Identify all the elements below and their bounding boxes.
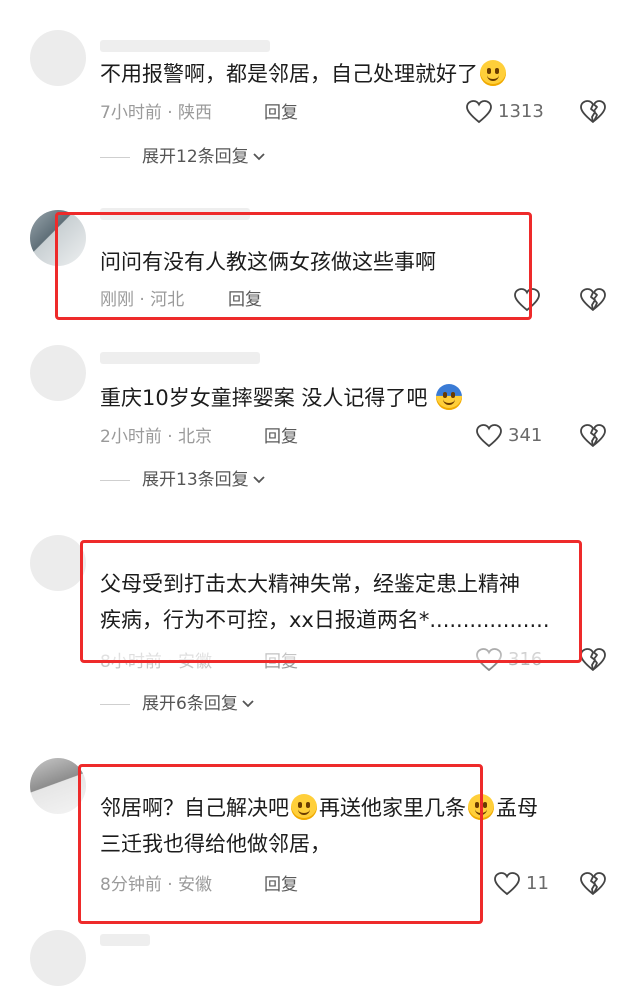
broken-heart-icon[interactable] bbox=[580, 100, 606, 124]
comment-time: 7小时前 bbox=[100, 103, 162, 123]
smile-emoji-icon bbox=[468, 794, 494, 820]
comment-text-line: 三迁我也得给他做邻居， bbox=[100, 832, 331, 856]
like-button[interactable]: 1313 bbox=[466, 100, 544, 124]
comment-time: 8分钟前 bbox=[100, 875, 162, 895]
avatar[interactable] bbox=[30, 758, 86, 814]
comment-time: 刚刚 bbox=[100, 290, 134, 310]
meta-separator: · bbox=[167, 427, 173, 447]
comment-text-content: 不用报警啊，都是邻居，自己处理就好了 bbox=[100, 62, 478, 86]
expand-label: 展开6条回复 bbox=[142, 694, 238, 714]
meta-separator: · bbox=[167, 103, 173, 123]
meta-separator: · bbox=[167, 652, 173, 672]
chevron-down-icon bbox=[253, 476, 265, 484]
comment-text: 问问有没有人教这俩女孩做这些事啊 bbox=[100, 250, 436, 274]
reply-button[interactable]: 回复 bbox=[228, 288, 262, 312]
comment-text-line: 疾病，行为不可控，xx日报道两名*.................. bbox=[100, 608, 550, 632]
heart-outline-icon bbox=[476, 424, 502, 448]
heart-outline-icon[interactable] bbox=[514, 288, 540, 312]
heart-outline-icon bbox=[466, 100, 492, 124]
expand-replies-button[interactable]: 展开13条回复 bbox=[100, 468, 265, 492]
comment-text-line: 邻居啊？自己解决吧 再送他家里几条 孟母 bbox=[100, 790, 610, 826]
smile-emoji-icon bbox=[291, 794, 317, 820]
comment-text-content: 再送他家里几条 bbox=[319, 796, 466, 820]
comment-meta: 8小时前 · 安徽 bbox=[100, 650, 212, 674]
comment-text: 邻居啊？自己解决吧 再送他家里几条 孟母 三迁我也得给他做邻居， bbox=[100, 790, 610, 862]
username-blurred[interactable] bbox=[100, 352, 260, 364]
comment-meta: 8分钟前 · 安徽 bbox=[100, 873, 212, 897]
comment-text: 不用报警啊，都是邻居，自己处理就好了 bbox=[100, 56, 600, 92]
expand-label: 展开13条回复 bbox=[142, 470, 249, 490]
comment-meta: 2小时前 · 北京 bbox=[100, 425, 212, 449]
broken-heart-icon[interactable] bbox=[580, 872, 606, 896]
like-button[interactable]: 316 bbox=[476, 648, 542, 672]
comment-meta: 7小时前 · 陕西 bbox=[100, 101, 212, 125]
like-count: 316 bbox=[508, 649, 543, 670]
comment-text-content: 重庆10岁女童摔婴案 没人记得了吧 bbox=[100, 386, 428, 410]
avatar[interactable] bbox=[30, 30, 86, 86]
like-button[interactable]: 341 bbox=[476, 424, 542, 448]
like-count: 1313 bbox=[498, 101, 544, 122]
comment-text: 父母受到打击太大精神失常，经鉴定患上精神 疾病，行为不可控，xx日报道两名*..… bbox=[100, 566, 590, 638]
reply-button[interactable]: 回复 bbox=[264, 425, 298, 449]
comment-meta: 刚刚 · 河北 bbox=[100, 288, 184, 312]
comment-location: 北京 bbox=[178, 427, 213, 447]
expand-divider bbox=[100, 703, 130, 705]
avatar[interactable] bbox=[30, 930, 86, 986]
avatar[interactable] bbox=[30, 535, 86, 591]
meta-separator: · bbox=[167, 875, 173, 895]
expand-divider bbox=[100, 479, 130, 481]
meta-separator: · bbox=[139, 290, 145, 310]
chevron-down-icon bbox=[253, 153, 265, 161]
comment-location: 河北 bbox=[150, 290, 185, 310]
comment-location: 陕西 bbox=[178, 103, 213, 123]
expand-replies-button[interactable]: 展开6条回复 bbox=[100, 692, 254, 716]
comment-text-line: 父母受到打击太大精神失常，经鉴定患上精神 bbox=[100, 572, 520, 596]
chevron-down-icon bbox=[242, 700, 254, 708]
expand-replies-button[interactable]: 展开12条回复 bbox=[100, 145, 265, 169]
broken-heart-icon[interactable] bbox=[580, 424, 606, 448]
username-blurred[interactable] bbox=[100, 208, 250, 220]
expand-divider bbox=[100, 156, 130, 158]
reply-button[interactable]: 回复 bbox=[264, 101, 298, 125]
comment-text: 重庆10岁女童摔婴案 没人记得了吧 bbox=[100, 380, 600, 416]
reply-button[interactable]: 回复 bbox=[264, 873, 298, 897]
comment-time: 8小时前 bbox=[100, 652, 162, 672]
avatar[interactable] bbox=[30, 345, 86, 401]
avatar[interactable] bbox=[30, 210, 86, 266]
heart-outline-icon bbox=[494, 872, 520, 896]
comment-location: 安徽 bbox=[178, 652, 213, 672]
expand-label: 展开12条回复 bbox=[142, 147, 249, 167]
heart-outline-icon bbox=[476, 648, 502, 672]
comment-location: 安徽 bbox=[178, 875, 213, 895]
like-count: 341 bbox=[508, 425, 543, 446]
comment-text-content: 孟母 bbox=[496, 796, 538, 820]
broken-heart-icon[interactable] bbox=[580, 648, 606, 672]
cold-face-emoji-icon bbox=[436, 384, 463, 410]
comment-time: 2小时前 bbox=[100, 427, 162, 447]
smile-emoji-icon bbox=[480, 60, 506, 86]
like-button[interactable]: 11 bbox=[494, 872, 549, 896]
broken-heart-icon[interactable] bbox=[580, 288, 606, 312]
like-count: 11 bbox=[526, 873, 549, 894]
username-blurred[interactable] bbox=[100, 40, 270, 52]
comment-text-content: 邻居啊？自己解决吧 bbox=[100, 796, 289, 820]
username-blurred[interactable] bbox=[100, 934, 150, 946]
reply-button[interactable]: 回复 bbox=[264, 650, 298, 674]
